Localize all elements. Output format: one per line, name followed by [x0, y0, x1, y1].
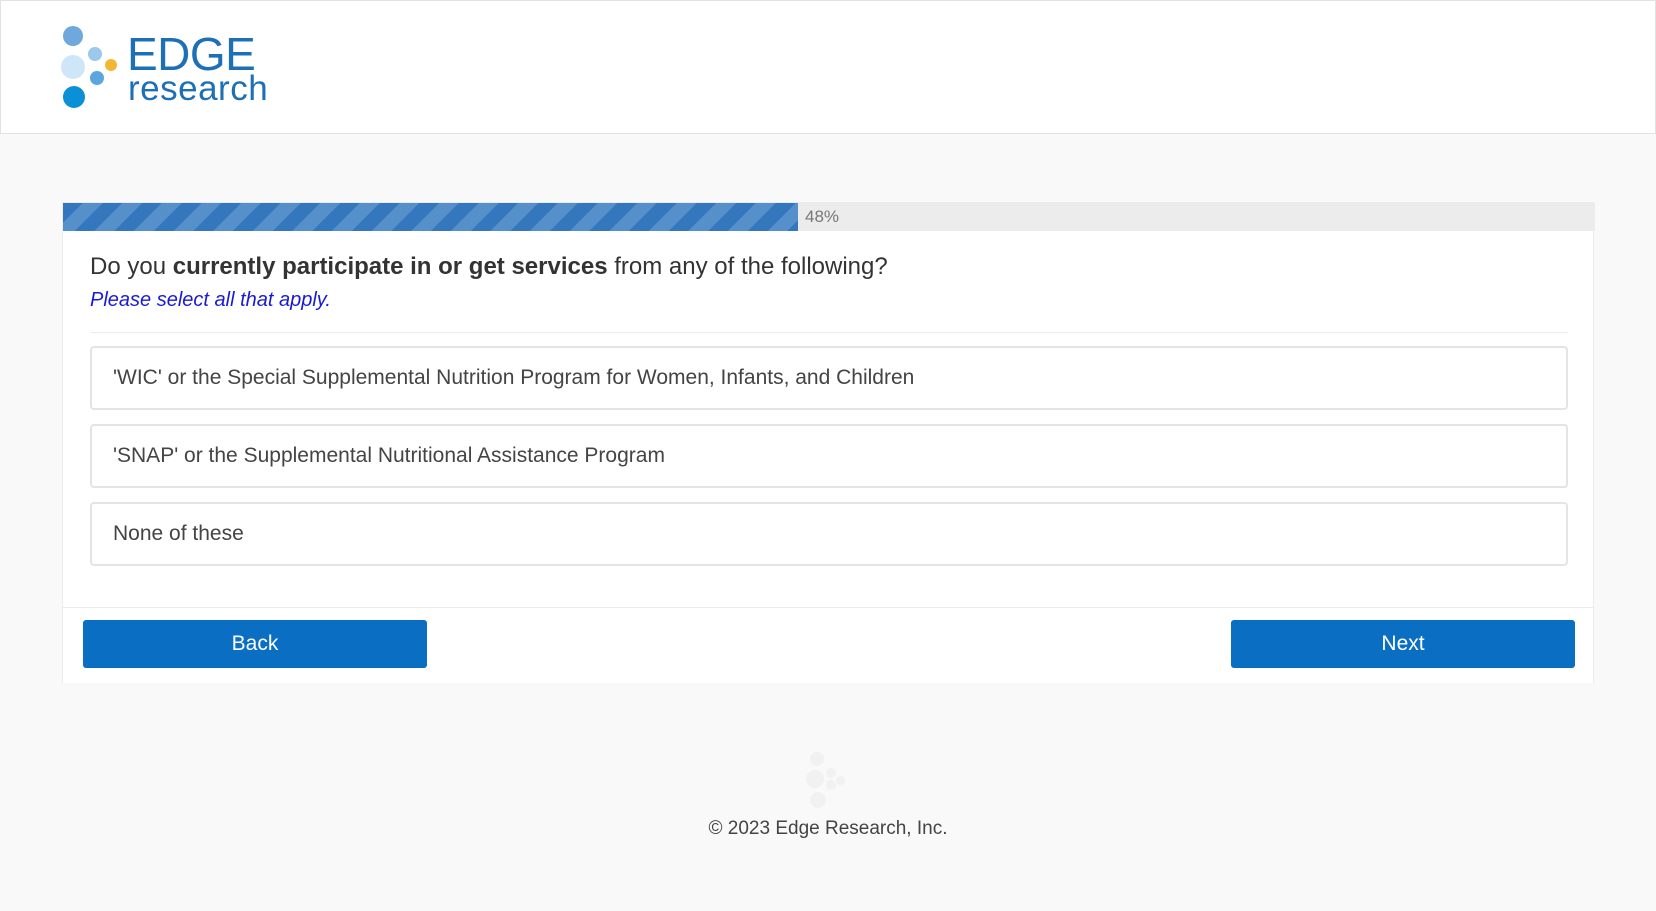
- question-prefix: Do you: [90, 253, 173, 280]
- next-button[interactable]: Next: [1231, 620, 1575, 668]
- logo-dot-icon: [836, 776, 845, 785]
- option-snap[interactable]: 'SNAP' or the Supplemental Nutritional A…: [90, 424, 1568, 488]
- back-button[interactable]: Back: [83, 620, 427, 668]
- logo-dot-icon: [806, 770, 824, 788]
- page-header: EDGE research: [0, 0, 1656, 134]
- question-emphasis: currently participate in or get services: [172, 253, 608, 280]
- logo-dot-icon: [105, 59, 117, 71]
- logo-dot-icon: [810, 752, 824, 766]
- question-instruction: Please select all that apply.: [90, 289, 331, 311]
- logo-dot-icon: [90, 71, 104, 85]
- logo-dot-icon: [826, 768, 836, 778]
- logo-wordmark-research: research: [128, 69, 269, 108]
- progress-label: 48%: [805, 207, 840, 226]
- logo-dot-icon: [63, 86, 85, 108]
- copyright-text: © 2023 Edge Research, Inc.: [708, 818, 948, 839]
- logo-dot-icon: [63, 26, 83, 46]
- divider: [90, 332, 1568, 333]
- logo-dot-icon: [88, 47, 102, 61]
- progress-bar: 48%: [63, 203, 1595, 231]
- progress-fill: [63, 203, 798, 231]
- option-none[interactable]: None of these: [90, 502, 1568, 566]
- question-text: Do you currently participate in or get s…: [90, 253, 888, 281]
- question-suffix: from any of the following?: [607, 253, 888, 280]
- option-wic[interactable]: 'WIC' or the Special Supplemental Nutrit…: [90, 346, 1568, 410]
- survey-card: 48% Do you currently participate in or g…: [62, 202, 1595, 683]
- logo-dot-icon: [810, 792, 826, 808]
- logo-dot-icon: [826, 780, 836, 790]
- logo-dot-icon: [61, 55, 85, 79]
- footer-logo-watermark: [806, 750, 846, 810]
- edge-research-logo: EDGE research: [61, 23, 271, 115]
